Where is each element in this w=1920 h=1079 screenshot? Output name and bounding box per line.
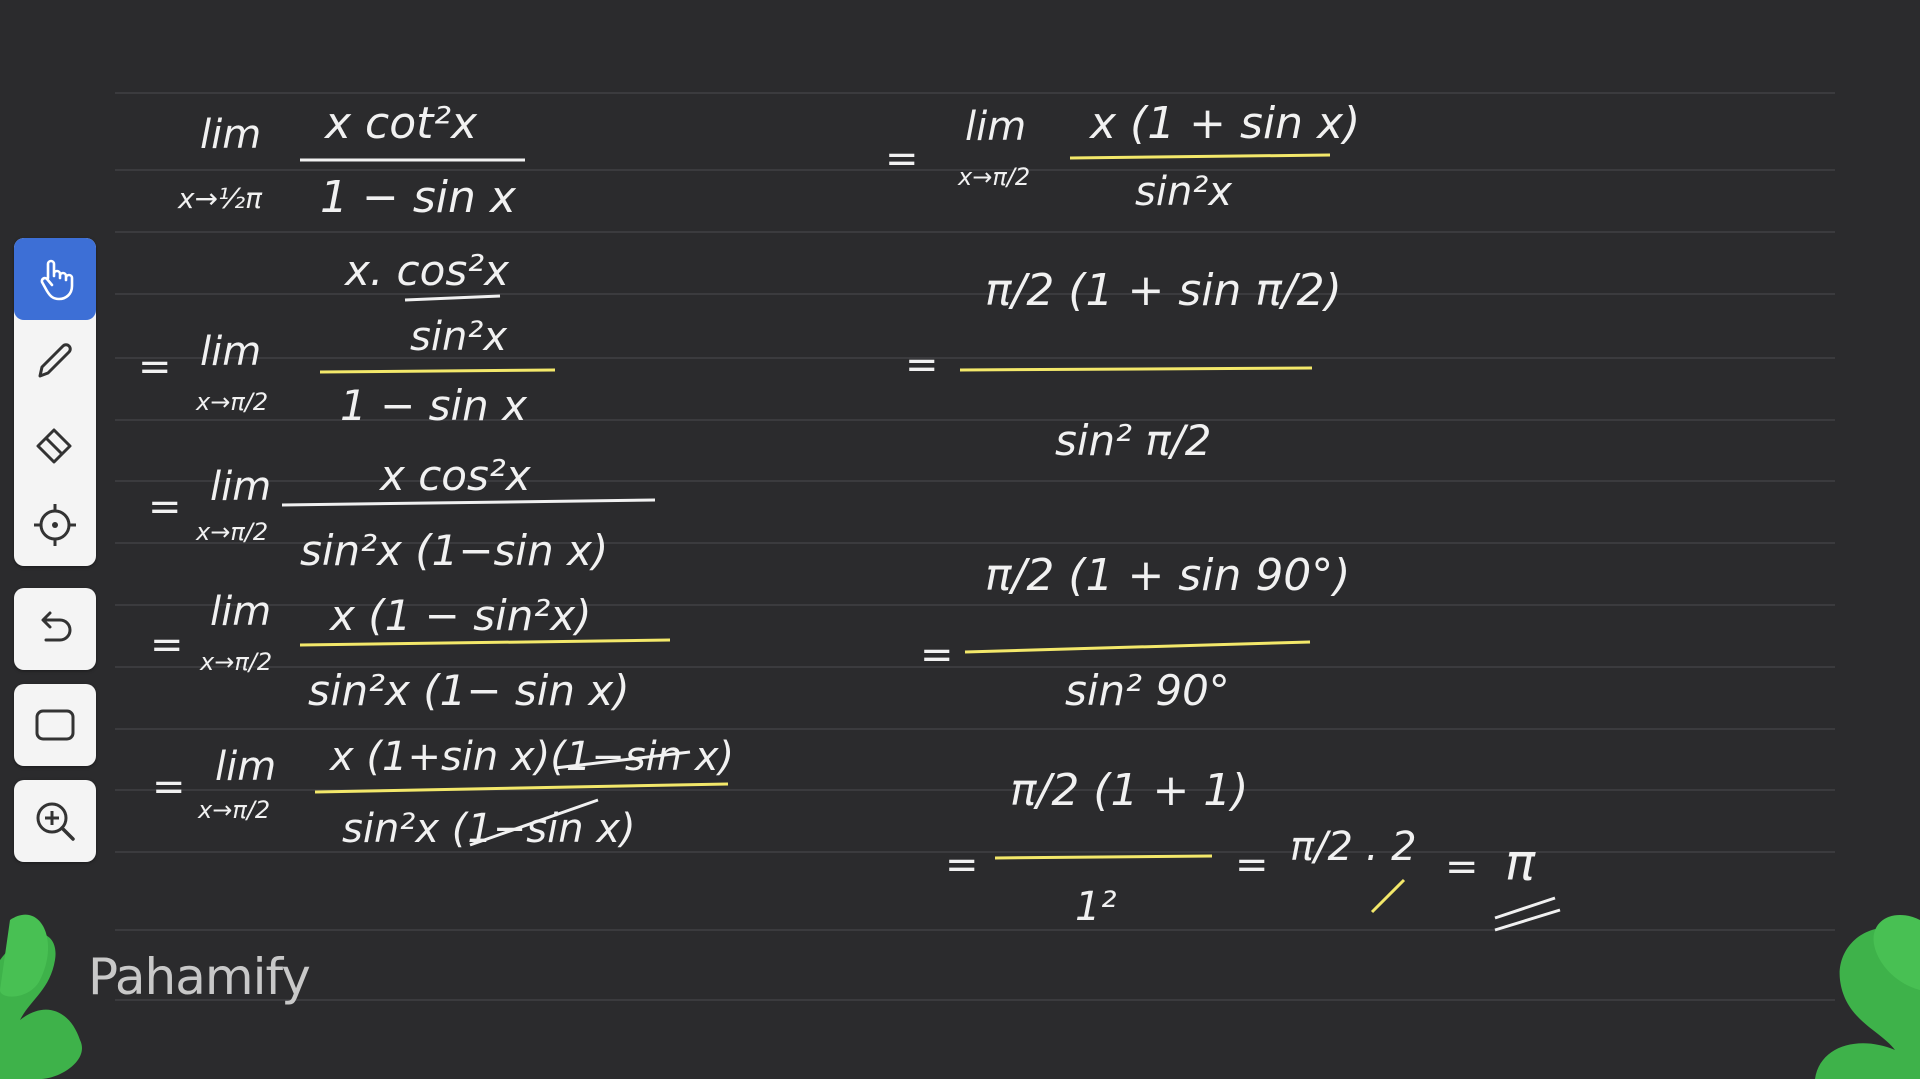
eraser-icon xyxy=(36,428,72,464)
equals-5: = xyxy=(152,764,186,810)
fraction-denominator-1: 1 − sin x xyxy=(320,172,517,223)
leaf-decoration-right xyxy=(1815,914,1920,1079)
lim-sub-2: x→π/2 xyxy=(195,388,268,416)
lim-sub-3: x→π/2 xyxy=(195,518,268,546)
zoom-in-icon xyxy=(36,802,75,841)
inner-denominator-2: sin²x xyxy=(410,314,507,360)
tool-panel-fullscreen xyxy=(14,684,96,766)
lim-label-4: lim xyxy=(210,589,271,635)
fraction-numerator-5: x (1+sin x)(1−sin x) xyxy=(328,734,734,780)
simplified-expression: π/2 . 2 xyxy=(1290,824,1417,870)
right-equals-3: = xyxy=(920,632,954,678)
pen-tool[interactable] xyxy=(14,320,96,402)
right-lim-sub-1: x→π/2 xyxy=(957,163,1030,191)
fraction-numerator-3: x cos²x xyxy=(378,451,532,500)
left-derivation: lim x→½π x cot²x 1 − sin x = lim x→π/2 x… xyxy=(138,98,734,852)
right-equals-4: = xyxy=(945,842,979,888)
eraser-tool[interactable] xyxy=(14,402,96,484)
hand-tool[interactable] xyxy=(14,238,96,320)
right-fraction-denominator-1: sin²x xyxy=(1135,169,1232,215)
right-fraction-denominator-4: 1² xyxy=(1075,884,1116,930)
lim-label-5: lim xyxy=(215,744,276,790)
fullscreen-tool[interactable] xyxy=(14,684,96,766)
final-result: π xyxy=(1505,834,1536,892)
right-lim-label-1: lim xyxy=(965,104,1026,150)
right-equals-2: = xyxy=(905,342,939,388)
right-equals-5: = xyxy=(1235,842,1269,888)
lim-sub-1: x→½π xyxy=(177,182,263,215)
right-fraction-numerator-1: x (1 + sin x) xyxy=(1088,98,1360,149)
brand-logo: Pahamify xyxy=(88,948,311,1006)
hand-icon xyxy=(40,259,74,301)
rectangle-icon xyxy=(35,709,75,741)
equals-4: = xyxy=(150,622,184,668)
right-fraction-numerator-2: π/2 (1 + sin π/2) xyxy=(985,265,1342,316)
equals-2: = xyxy=(138,344,172,390)
equals-3: = xyxy=(148,484,182,530)
fraction-numerator-4: x (1 − sin²x) xyxy=(328,591,591,640)
zoom-tool[interactable] xyxy=(14,780,96,862)
right-equals-6: = xyxy=(1445,844,1479,890)
lim-sub-4: x→π/2 xyxy=(199,648,272,676)
result-underline-2 xyxy=(1494,908,1561,932)
leaf-decoration-left xyxy=(0,914,82,1079)
right-fraction-denominator-3: sin² 90° xyxy=(1065,666,1230,715)
inner-numerator-2: x. cos²x xyxy=(343,246,510,295)
crosshair-icon xyxy=(34,504,76,546)
cancel-stroke-two xyxy=(1370,878,1406,914)
fraction-denominator-4: sin²x (1− sin x) xyxy=(308,666,630,715)
right-equals-1: = xyxy=(885,136,919,182)
lim-label-2: lim xyxy=(200,329,261,375)
right-derivation: = lim x→π/2 x (1 + sin x) sin²x = π/2 (1… xyxy=(885,98,1561,932)
tool-panel-main xyxy=(14,238,96,566)
lim-label-1: lim xyxy=(200,112,261,158)
right-fraction-numerator-3: π/2 (1 + sin 90°) xyxy=(985,550,1350,601)
lim-label-3: lim xyxy=(210,464,271,510)
whiteboard-canvas[interactable]: lim x→½π x cot²x 1 − sin x = lim x→π/2 x… xyxy=(0,0,1920,1079)
lim-sub-5: x→π/2 xyxy=(197,796,270,824)
tool-panel-undo xyxy=(14,588,96,670)
fraction-denominator-5: sin²x (1−sin x) xyxy=(342,806,636,852)
tool-panel-zoom xyxy=(14,780,96,862)
right-fraction-denominator-2: sin² π/2 xyxy=(1055,416,1212,465)
right-fraction-numerator-4: π/2 (1 + 1) xyxy=(1010,765,1248,816)
laser-tool[interactable] xyxy=(14,484,96,566)
fraction-denominator-2: 1 − sin x xyxy=(340,381,528,430)
undo-tool[interactable] xyxy=(14,588,96,670)
undo-icon xyxy=(41,611,72,642)
fraction-numerator-1: x cot²x xyxy=(323,98,478,149)
pen-icon xyxy=(38,343,72,378)
fraction-denominator-3: sin²x (1−sin x) xyxy=(300,526,608,575)
